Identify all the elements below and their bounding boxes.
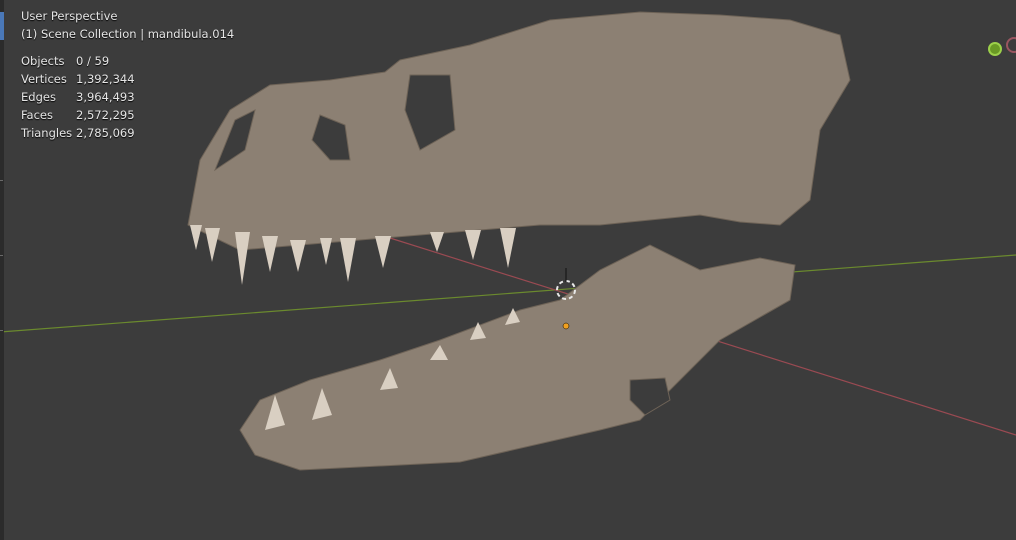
- viewport-info-overlay: User Perspective (1) Scene Collection | …: [21, 7, 234, 142]
- stat-label: Objects: [21, 54, 65, 68]
- stat-label: Faces: [21, 108, 53, 122]
- scene-statistics: Objects 0 / 59 Vertices 1,392,344 Edges 3,9…: [21, 52, 234, 142]
- stat-value: 1,392,344: [76, 72, 135, 86]
- toolbar-divider: [0, 330, 3, 331]
- stat-value: 2,572,295: [76, 108, 135, 122]
- skull-model[interactable]: [187, 11, 851, 471]
- stat-row-objects: Objects 0 / 59: [21, 52, 234, 70]
- stat-value: 2,785,069: [76, 126, 135, 140]
- 3d-viewport[interactable]: User Perspective (1) Scene Collection | …: [0, 0, 1016, 540]
- stat-label: Triangles: [21, 126, 73, 140]
- object-origin: [562, 322, 570, 330]
- stat-row-faces: Faces 2,572,295: [21, 106, 234, 124]
- view-name: User Perspective: [21, 9, 118, 23]
- collection-info: (1) Scene Collection | mandibula.014: [21, 27, 235, 41]
- stat-label: Vertices: [21, 72, 67, 86]
- skull-upper: [187, 11, 851, 251]
- toolbar-strip[interactable]: [0, 0, 4, 540]
- stat-row-vertices: Vertices 1,392,344: [21, 70, 234, 88]
- stat-row-edges: Edges 3,964,493: [21, 88, 234, 106]
- stat-value: 0 / 59: [76, 54, 110, 68]
- navigation-gizmo-y-icon[interactable]: [988, 42, 1002, 56]
- toolbar-divider: [0, 180, 3, 181]
- navigation-gizmo-x-icon[interactable]: [1006, 37, 1016, 53]
- stat-label: Edges: [21, 90, 56, 104]
- stat-row-triangles: Triangles 2,785,069: [21, 124, 234, 142]
- stat-value: 3,964,493: [76, 90, 135, 104]
- active-tool-tab[interactable]: [0, 12, 4, 40]
- toolbar-divider: [0, 255, 3, 256]
